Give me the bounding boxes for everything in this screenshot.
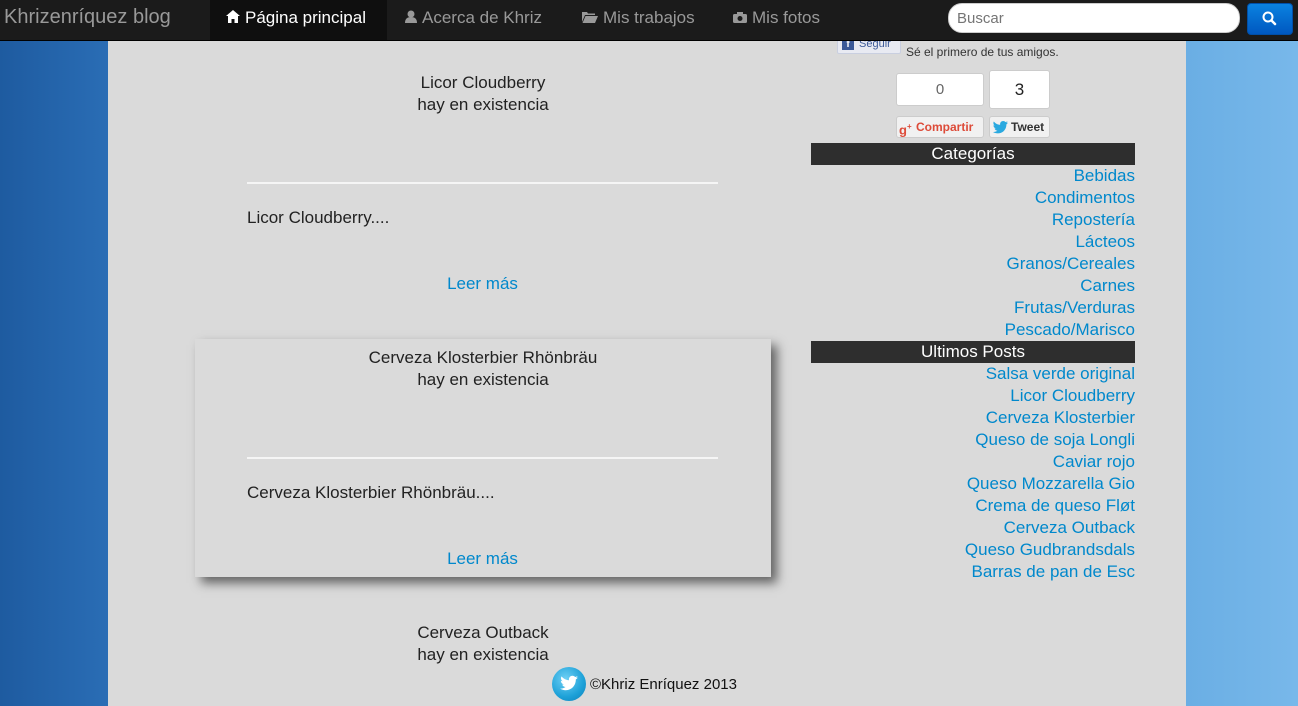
nav-home-label: Página principal <box>245 8 366 27</box>
post-title: Licor Cloudberry <box>420 73 546 92</box>
latest-posts-list: Salsa verde original Licor Cloudberry Ce… <box>811 363 1135 583</box>
category-link[interactable]: Repostería <box>811 209 1135 231</box>
categories-list: Bebidas Condimentos Repostería Lácteos G… <box>811 165 1135 341</box>
twitter-bird-icon <box>993 120 1008 140</box>
latest-post-link[interactable]: Barras de pan de Esc <box>811 561 1135 583</box>
tweet-button[interactable]: Tweet <box>989 116 1050 138</box>
latest-post-link[interactable]: Crema de queso Fløt <box>811 495 1135 517</box>
tweet-label: Tweet <box>1011 120 1045 134</box>
google-plus-icon: g+ <box>899 122 912 138</box>
category-link[interactable]: Pescado/Marisco <box>811 319 1135 341</box>
search-button[interactable] <box>1247 3 1293 35</box>
latest-post-link[interactable]: Caviar rojo <box>811 451 1135 473</box>
brand-title[interactable]: Khrizenríquez blog <box>4 6 171 29</box>
copyright-text: ©Khriz Enríquez 2013 <box>590 676 737 693</box>
latest-post-link[interactable]: Queso de soja Longli <box>811 429 1135 451</box>
post-excerpt: Cerveza Klosterbier Rhönbräu.... <box>247 483 495 502</box>
folder-open-icon <box>582 0 598 36</box>
facebook-friends-text: Sé el primero de tus amigos. <box>906 45 1059 59</box>
category-link[interactable]: Frutas/Verduras <box>811 297 1135 319</box>
user-icon <box>405 0 417 36</box>
post-availability: hay en existencia <box>417 370 549 389</box>
gplus-count: 0 <box>896 73 984 106</box>
gplus-share-button[interactable]: g+ Compartir <box>896 116 984 138</box>
category-link[interactable]: Granos/Cereales <box>811 253 1135 275</box>
nav-home[interactable]: Página principal <box>210 0 387 40</box>
nav-works-label: Mis trabajos <box>603 8 695 27</box>
nav-works[interactable]: Mis trabajos <box>582 0 695 40</box>
latest-post-link[interactable]: Queso Mozzarella Gio <box>811 473 1135 495</box>
latest-post-link[interactable]: Licor Cloudberry <box>811 385 1135 407</box>
top-navbar: Khrizenríquez blog Página principal Acer… <box>0 0 1298 41</box>
latest-post-link[interactable]: Queso Gudbrandsdals <box>811 539 1135 561</box>
home-icon <box>226 0 240 36</box>
tweet-count: 3 <box>989 70 1050 109</box>
latest-post-link[interactable]: Cerveza Klosterbier <box>811 407 1135 429</box>
post-availability: hay en existencia <box>417 645 549 664</box>
divider <box>247 182 718 184</box>
latest-posts-heading: Ultimos Posts <box>811 341 1135 363</box>
nav-about[interactable]: Acerca de Khriz <box>405 0 542 40</box>
read-more-link[interactable]: Leer más <box>247 549 718 569</box>
camera-icon <box>733 0 747 36</box>
search-input[interactable] <box>948 3 1240 33</box>
post-excerpt: Licor Cloudberry.... <box>247 208 390 227</box>
latest-post-link[interactable]: Salsa verde original <box>811 363 1135 385</box>
post-availability: hay en existencia <box>417 95 549 114</box>
nav-photos-label: Mis fotos <box>752 8 821 27</box>
divider <box>247 457 718 459</box>
read-more-link[interactable]: Leer más <box>247 274 718 294</box>
post-title: Cerveza Outback <box>417 623 549 642</box>
category-link[interactable]: Lácteos <box>811 231 1135 253</box>
gplus-share-label: Compartir <box>916 120 974 134</box>
latest-post-link[interactable]: Cerveza Outback <box>811 517 1135 539</box>
categories-heading: Categorías <box>811 143 1135 165</box>
search-icon <box>1262 11 1277 26</box>
post-title: Cerveza Klosterbier Rhönbräu <box>368 348 598 367</box>
nav-photos[interactable]: Mis fotos <box>733 0 820 40</box>
category-link[interactable]: Carnes <box>811 275 1135 297</box>
twitter-bird-icon[interactable] <box>552 667 586 701</box>
category-link[interactable]: Condimentos <box>811 187 1135 209</box>
nav-about-label: Acerca de Khriz <box>422 8 542 27</box>
category-link[interactable]: Bebidas <box>811 165 1135 187</box>
